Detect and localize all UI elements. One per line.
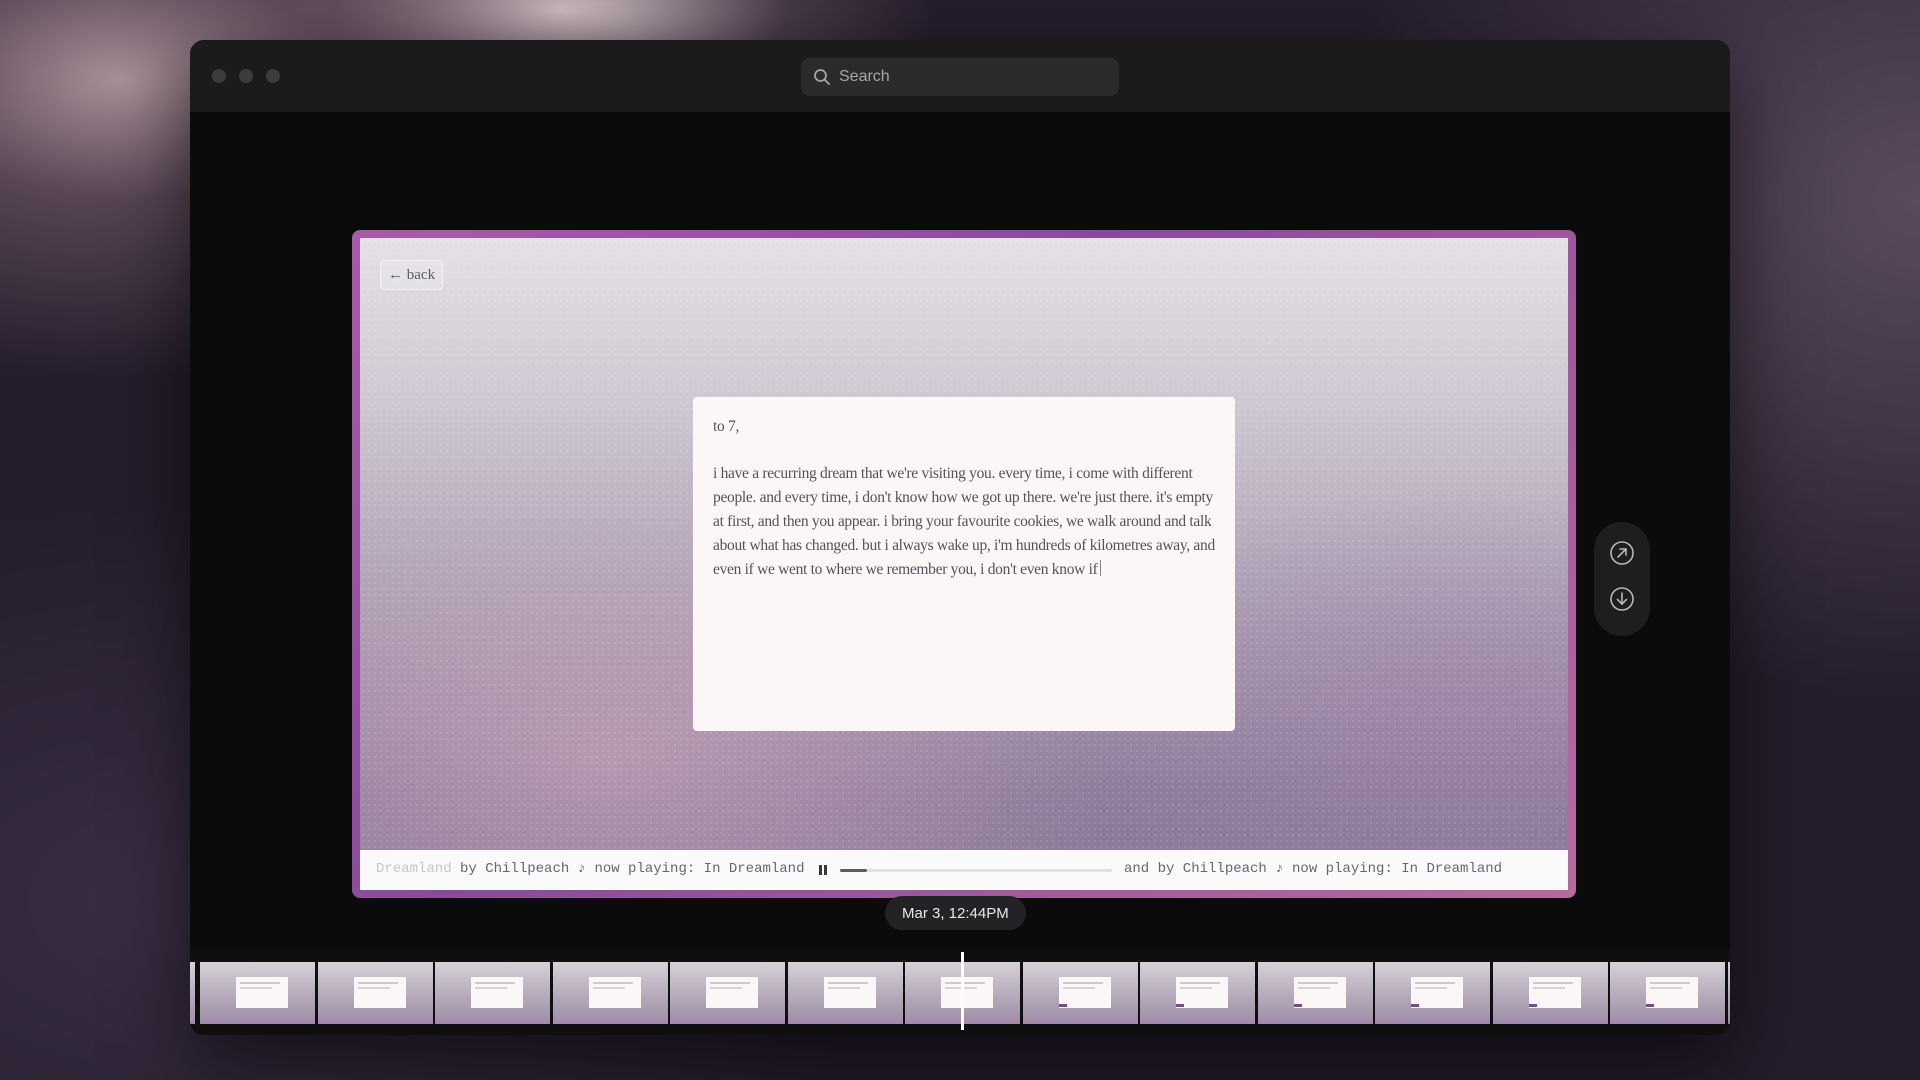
window-controls [212,69,280,83]
preview-area: ← back to 7, i have a recurring dream th… [190,112,1730,950]
arrow-down-circle-icon[interactable] [1609,586,1635,612]
timeline-thumbnail[interactable] [435,962,550,1024]
thumbnail-marker [1176,1004,1184,1007]
minimize-window-button[interactable] [239,69,253,83]
timeline-thumbnails [190,962,1730,1024]
thumbnail-letter [823,977,876,1008]
search-input[interactable]: Search [801,58,1119,96]
close-window-button[interactable] [212,69,226,83]
now-playing-marquee-repeat: and by Chillpeach ♪ now playing: In Drea… [1124,861,1503,877]
letter-card[interactable]: to 7, i have a recurring dream that we'r… [693,397,1235,731]
thumbnail-marker [1528,1004,1537,1007]
screenshot-preview[interactable]: ← back to 7, i have a recurring dream th… [352,230,1576,898]
now-playing-marquee: Dreamland by Chillpeach ♪ now playing: I… [376,861,804,877]
thumbnail-letter [353,977,406,1008]
thumbnail-letter [941,977,993,1008]
thumbnail-letter [236,977,288,1008]
timeline-thumbnail[interactable] [317,962,433,1024]
letter-body: i have a recurring dream that we're visi… [713,462,1215,582]
thumbnail-letter [471,977,523,1008]
back-button[interactable]: ← back [380,260,444,290]
marquee-text: by Chillpeach ♪ now playing: In Dreamlan… [451,861,805,877]
timeline-thumbnail[interactable] [552,962,668,1024]
timeline-thumbnail[interactable] [1727,962,1730,1024]
timeline-thumbnail[interactable] [1610,962,1725,1024]
timeline-thumbnail[interactable] [1140,962,1255,1024]
timeline-scrubber[interactable] [190,950,1730,1035]
playback-progress[interactable] [840,869,1112,872]
preview-actions [1594,522,1650,636]
pause-icon[interactable] [817,863,829,877]
search-placeholder: Search [839,68,890,85]
timeline-thumbnail[interactable] [1375,962,1490,1024]
title-bar: Search [190,40,1730,112]
timeline-timestamp: Mar 3, 12:44PM [885,896,1026,930]
search-icon [814,69,830,85]
timeline-thumbnail[interactable] [1257,962,1373,1024]
timeline-playhead[interactable] [961,952,964,1030]
text-cursor [1100,560,1102,576]
timeline-thumbnail[interactable] [670,962,785,1024]
timeline-thumbnail[interactable] [1492,962,1608,1024]
playback-progress-fill [840,869,868,872]
app-window: Search ← back to 7, i have a recurring d… [190,40,1730,1035]
thumbnail-marker [1411,1004,1419,1007]
letter-body-text: i have a recurring dream that we're visi… [713,465,1215,578]
marquee-faded-text: Dreamland [376,861,452,877]
arrow-up-right-circle-icon[interactable] [1609,540,1635,566]
thumbnail-marker [1293,1004,1302,1007]
music-player-bar: Dreamland by Chillpeach ♪ now playing: I… [360,850,1568,890]
timeline-thumbnail[interactable] [190,962,195,1024]
thumbnail-letter [706,977,758,1008]
thumbnail-letter [588,977,641,1008]
letter-greeting: to 7, [713,418,740,435]
thumbnail-marker [1646,1004,1654,1007]
screenshot-content: ← back to 7, i have a recurring dream th… [360,238,1568,890]
thumbnail-marker [1058,1004,1067,1007]
zoom-window-button[interactable] [266,69,280,83]
timeline-thumbnail[interactable] [200,962,315,1024]
timeline-thumbnail[interactable] [787,962,903,1024]
timeline-thumbnail[interactable] [1022,962,1138,1024]
